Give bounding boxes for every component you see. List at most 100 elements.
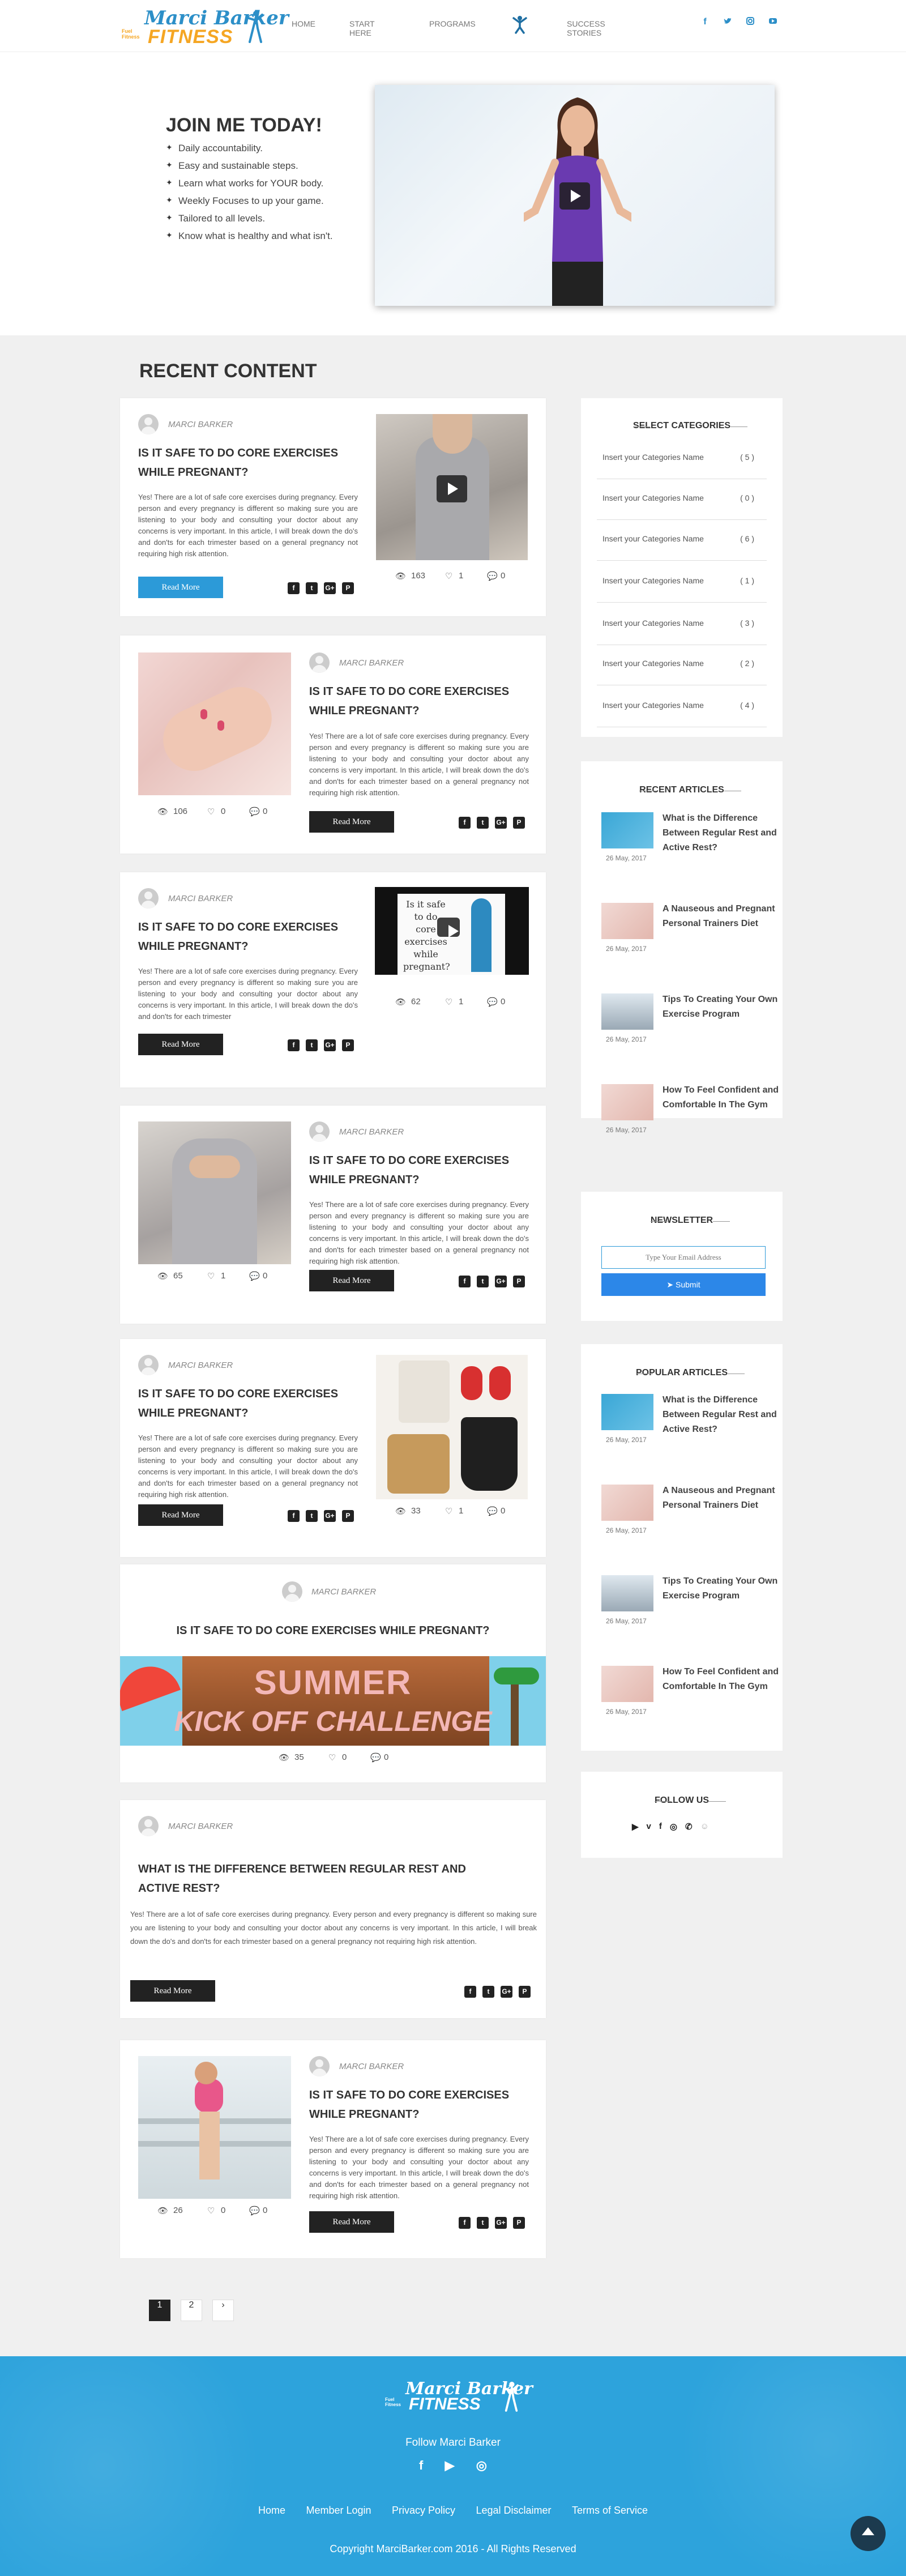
article-item[interactable]: How To Feel Confident and Comfortable In… <box>601 1666 779 1751</box>
facebook-share-icon[interactable]: f <box>288 582 300 594</box>
footer-link-member-login[interactable]: Member Login <box>306 2505 371 2516</box>
read-more-button[interactable]: Read More <box>138 1504 223 1526</box>
article-item[interactable]: Tips To Creating Your Own Exercise Progr… <box>601 1575 777 1660</box>
article-item[interactable]: What is the Difference Between Regular R… <box>601 812 777 897</box>
pinterest-share-icon[interactable]: P <box>513 1276 525 1287</box>
googleplus-share-icon[interactable]: G+ <box>495 1276 507 1287</box>
facebook-share-icon[interactable]: f <box>459 817 471 829</box>
heart-icon[interactable]: ♡ <box>207 1271 221 1281</box>
post-title[interactable]: IS IT SAFE TO DO CORE EXERCISES WHILE PR… <box>120 1621 546 1640</box>
page-1[interactable]: 1 <box>149 2300 170 2321</box>
post-title[interactable]: IS IT SAFE TO DO CORE EXERCISES WHILE PR… <box>309 682 513 720</box>
post-title[interactable]: IS IT SAFE TO DO CORE EXERCISES WHILE PR… <box>309 1151 513 1189</box>
nav-logo-figure-icon[interactable] <box>510 15 529 34</box>
googleplus-share-icon[interactable]: G+ <box>324 1510 336 1522</box>
newsletter-email-input[interactable] <box>601 1246 766 1269</box>
googleplus-share-icon[interactable]: G+ <box>324 1039 336 1051</box>
article-item[interactable]: What is the Difference Between Regular R… <box>601 1394 777 1479</box>
summer-challenge-banner[interactable]: SUMMER KICK OFF CHALLENGE <box>120 1656 546 1746</box>
facebook-share-icon[interactable]: f <box>459 1276 471 1287</box>
pinterest-share-icon[interactable]: P <box>513 817 525 829</box>
article-title[interactable]: A Nauseous and Pregnant Personal Trainer… <box>663 902 781 931</box>
twitter-share-icon[interactable]: t <box>306 1039 318 1051</box>
read-more-button[interactable]: Read More <box>138 577 223 598</box>
comment-icon[interactable]: 💬 <box>249 1271 263 1281</box>
category-item[interactable]: Insert your Categories Name ( 1 ) <box>597 560 767 603</box>
youtube-icon[interactable]: ▶ <box>445 2458 455 2473</box>
article-item[interactable]: A Nauseous and Pregnant Personal Trainer… <box>601 903 777 988</box>
post-title[interactable]: IS IT SAFE TO DO CORE EXERCISES WHILE PR… <box>138 443 342 482</box>
read-more-button[interactable]: Read More <box>130 1980 215 2002</box>
twitter-share-icon[interactable]: t <box>477 817 489 829</box>
article-title[interactable]: How To Feel Confident and Comfortable In… <box>663 1083 781 1112</box>
snapchat-icon[interactable]: ☺ <box>700 1822 709 1832</box>
category-item[interactable]: Insert your Categories Name ( 3 ) <box>597 603 767 645</box>
page-2[interactable]: 2 <box>181 2300 202 2321</box>
article-item[interactable]: Tips To Creating Your Own Exercise Progr… <box>601 993 777 1078</box>
heart-icon[interactable]: ♡ <box>445 571 459 581</box>
article-item[interactable]: A Nauseous and Pregnant Personal Trainer… <box>601 1485 777 1570</box>
pinterest-share-icon[interactable]: P <box>519 1986 531 1998</box>
post-title[interactable]: IS IT SAFE TO DO CORE EXERCISES WHILE PR… <box>309 2085 513 2124</box>
footer-link-terms-of-service[interactable]: Terms of Service <box>572 2505 648 2516</box>
category-item[interactable]: Insert your Categories Name ( 4 ) <box>597 685 767 727</box>
post-image[interactable] <box>138 1121 291 1264</box>
googleplus-share-icon[interactable]: G+ <box>501 1986 512 1998</box>
post-title[interactable]: IS IT SAFE TO DO CORE EXERCISES WHILE PR… <box>138 1384 342 1423</box>
category-item[interactable]: Insert your Categories Name ( 2 ) <box>597 643 767 685</box>
article-item[interactable]: How To Feel Confident and Comfortable In… <box>601 1084 779 1169</box>
video-play-button[interactable] <box>559 182 590 210</box>
comment-icon[interactable]: 💬 <box>487 997 501 1007</box>
hero-video[interactable] <box>375 85 775 306</box>
post-video-thumbnail[interactable] <box>376 414 528 560</box>
category-item[interactable]: Insert your Categories Name ( 5 ) <box>597 437 767 479</box>
facebook-icon[interactable]: f <box>659 1822 662 1832</box>
video-play-button[interactable] <box>437 475 467 502</box>
article-title[interactable]: Tips To Creating Your Own Exercise Progr… <box>663 1574 781 1603</box>
googleplus-share-icon[interactable]: G+ <box>495 817 507 829</box>
heart-icon[interactable]: ♡ <box>445 997 459 1007</box>
pinterest-share-icon[interactable]: P <box>342 582 354 594</box>
whatsapp-icon[interactable]: ✆ <box>685 1822 693 1832</box>
twitter-share-icon[interactable]: t <box>306 1510 318 1522</box>
next-page-button[interactable]: › <box>212 2300 234 2321</box>
instagram-icon[interactable]: ◎ <box>670 1822 677 1832</box>
googleplus-share-icon[interactable]: G+ <box>324 582 336 594</box>
pinterest-share-icon[interactable]: P <box>513 2217 525 2229</box>
nav-programs[interactable]: PROGRAMS <box>429 19 476 28</box>
twitter-share-icon[interactable]: t <box>306 582 318 594</box>
category-item[interactable]: Insert your Categories Name ( 0 ) <box>597 477 767 520</box>
nav-success-stories[interactable]: SUCCESS STORIES <box>567 19 605 37</box>
comment-icon[interactable]: 💬 <box>249 807 263 817</box>
footer-logo[interactable]: Marci Barker Fuel Fitness FITNESS <box>385 2379 533 2415</box>
facebook-share-icon[interactable]: f <box>459 2217 471 2229</box>
read-more-button[interactable]: Read More <box>309 1270 394 1291</box>
heart-icon[interactable]: ♡ <box>207 2206 221 2216</box>
footer-link-privacy-policy[interactable]: Privacy Policy <box>392 2505 455 2516</box>
comment-icon[interactable]: 💬 <box>249 2206 263 2216</box>
article-title[interactable]: What is the Difference Between Regular R… <box>663 811 781 855</box>
read-more-button[interactable]: Read More <box>309 2211 394 2233</box>
article-title[interactable]: Tips To Creating Your Own Exercise Progr… <box>663 992 781 1022</box>
instagram-icon[interactable] <box>746 17 754 28</box>
article-title[interactable]: A Nauseous and Pregnant Personal Trainer… <box>663 1483 781 1513</box>
comment-icon[interactable]: 💬 <box>487 1506 501 1516</box>
youtube-icon[interactable]: ▶ <box>632 1822 639 1832</box>
facebook-icon[interactable]: f <box>419 2458 423 2473</box>
twitter-share-icon[interactable]: t <box>482 1986 494 1998</box>
post-image[interactable] <box>376 1355 528 1499</box>
pinterest-share-icon[interactable]: P <box>342 1039 354 1051</box>
instagram-icon[interactable]: ◎ <box>476 2458 487 2473</box>
pinterest-share-icon[interactable]: P <box>342 1510 354 1522</box>
comment-icon[interactable]: 💬 <box>487 571 501 581</box>
nav-start-here[interactable]: START HERE <box>349 19 374 37</box>
category-item[interactable]: Insert your Categories Name ( 6 ) <box>597 518 767 561</box>
heart-icon[interactable]: ♡ <box>328 1752 342 1763</box>
post-image[interactable] <box>138 2056 291 2199</box>
post-title[interactable]: IS IT SAFE TO DO CORE EXERCISES WHILE PR… <box>138 918 342 956</box>
post-title[interactable]: WHAT IS THE DIFFERENCE BETWEEN REGULAR R… <box>138 1860 478 1898</box>
article-title[interactable]: How To Feel Confident and Comfortable In… <box>663 1665 781 1694</box>
footer-link-legal-disclaimer[interactable]: Legal Disclaimer <box>476 2505 551 2516</box>
nav-home[interactable]: HOME <box>292 19 315 28</box>
read-more-button[interactable]: Read More <box>138 1034 223 1055</box>
